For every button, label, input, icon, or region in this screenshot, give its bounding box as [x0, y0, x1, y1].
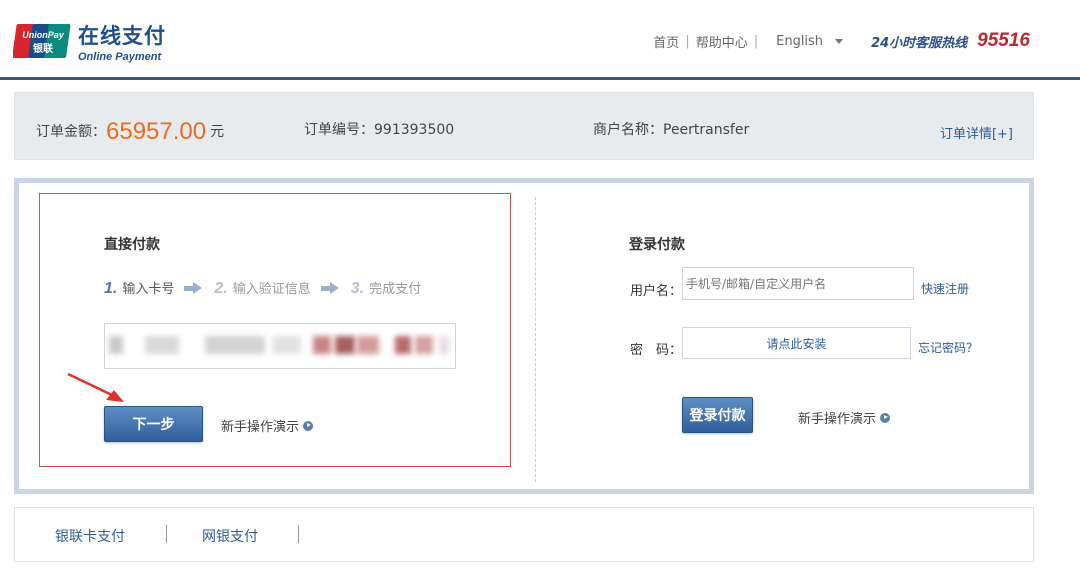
direct-payment-box: 直接付款 1. 输入卡号 2. 输入验证信息 3. 完成支付 下一步 新手操作演示	[39, 193, 511, 467]
tab-separator	[166, 525, 167, 543]
direct-payment-title: 直接付款	[104, 237, 160, 253]
login-payment-title: 登录付款	[629, 237, 685, 253]
quick-register-link[interactable]: 快速注册	[921, 280, 969, 297]
step-2-num: 2.	[214, 280, 228, 297]
tab-separator	[298, 525, 299, 543]
play-icon	[880, 412, 891, 423]
order-summary: 订单金额：65957.00 元 订单编号：991393500 商户名称：Peert…	[14, 92, 1034, 160]
order-detail-link[interactable]: 订单详情[+]	[940, 123, 1013, 142]
order-amount: 订单金额：65957.00 元	[36, 115, 225, 145]
logo-subtitle: Online Payment	[78, 51, 162, 63]
step-1-num: 1.	[104, 280, 118, 297]
guide-link-label: 新手操作演示	[798, 412, 877, 427]
language-select[interactable]: English	[776, 33, 844, 49]
step-2: 2. 输入验证信息	[214, 278, 310, 298]
amount-value: 65957.00	[106, 118, 207, 145]
beginner-guide-link[interactable]: 新手操作演示	[221, 416, 314, 435]
step-3-label: 完成支付	[369, 282, 422, 297]
payment-steps: 1. 输入卡号 2. 输入验证信息 3. 完成支付	[104, 278, 421, 298]
password-install-field[interactable]: 请点此安装	[682, 327, 911, 359]
red-pointer-arrow-icon	[67, 372, 124, 402]
password-label: 密 码：	[630, 343, 683, 358]
merchant-name: 商户名称：Peertransfer	[593, 119, 749, 139]
tab-unionpay-card[interactable]: 银联卡支付	[55, 526, 125, 546]
play-icon	[303, 420, 314, 431]
amount-label: 订单金额：	[36, 124, 106, 140]
language-label: English	[776, 33, 824, 49]
logo-text: 在线支付 Online Payment	[78, 20, 166, 63]
chevron-down-icon	[835, 38, 844, 44]
next-step-button[interactable]: 下一步	[104, 406, 203, 442]
payment-method-tabs: 银联卡支付 网银支付	[14, 507, 1034, 562]
logo-badge-bottom: 银联	[33, 42, 53, 55]
hotline-number: 95516	[977, 30, 1030, 51]
tab-online-banking[interactable]: 网银支付	[202, 526, 258, 546]
nav-home-link[interactable]: 首页	[653, 32, 679, 51]
header: UnionPay 银联 在线支付 Online Payment 首页 | 帮助中…	[0, 0, 1080, 80]
step-2-label: 输入验证信息	[232, 282, 311, 297]
step-3-num: 3.	[350, 280, 365, 297]
amount-unit: 元	[210, 124, 225, 140]
beginner-guide-link-login[interactable]: 新手操作演示	[798, 408, 891, 427]
payment-panel: 直接付款 1. 输入卡号 2. 输入验证信息 3. 完成支付 下一步 新手操作演示	[14, 178, 1034, 494]
arrow-right-icon	[184, 281, 204, 295]
guide-link-label: 新手操作演示	[221, 420, 300, 435]
logo-title: 在线支付	[78, 24, 166, 48]
order-number: 订单编号：991393500	[304, 119, 454, 139]
arrow-right-icon	[320, 281, 341, 295]
logo-badge-top: UnionPay	[22, 30, 65, 40]
step-1-label: 输入卡号	[122, 282, 175, 297]
merchant-label: 商户名称：	[593, 122, 663, 138]
nav-separator: |	[685, 33, 690, 49]
order-no-label: 订单编号：	[304, 122, 374, 138]
step-1: 1. 输入卡号	[104, 278, 174, 298]
hotline-label: 24小时客服热线	[871, 35, 968, 51]
merchant-value: Peertransfer	[663, 122, 750, 138]
username-input[interactable]	[682, 267, 914, 300]
nav-help-link[interactable]: 帮助中心	[696, 32, 748, 51]
nav-separator: |	[753, 33, 759, 49]
card-number-input[interactable]	[104, 323, 456, 369]
unionpay-logo: UnionPay 银联	[12, 22, 73, 60]
top-nav: 首页 | 帮助中心 | English 24小时客服热线 95516	[653, 30, 1030, 52]
order-no-value: 991393500	[374, 122, 455, 138]
forgot-password-link[interactable]: 忘记密码？	[918, 339, 978, 356]
section-divider	[535, 197, 536, 482]
step-3: 3. 完成支付	[351, 278, 421, 298]
login-pay-button[interactable]: 登录付款	[682, 397, 753, 433]
username-label: 用户名：	[630, 284, 683, 299]
